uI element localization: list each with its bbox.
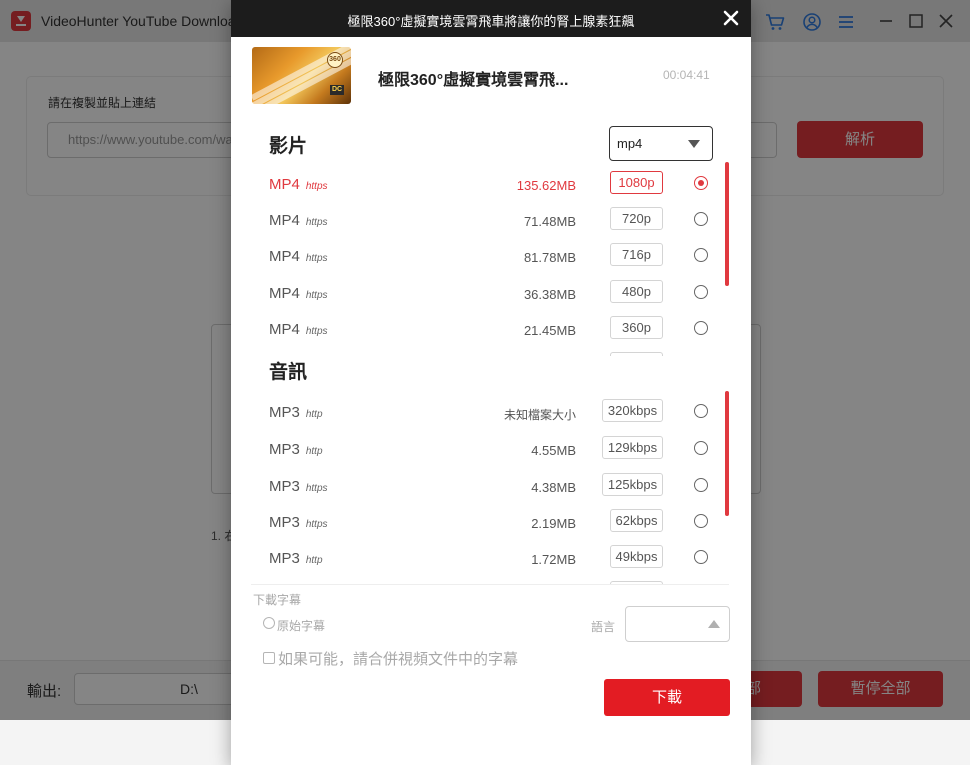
audio-item-protocol: https bbox=[305, 519, 328, 530]
audio-item-radio[interactable] bbox=[694, 550, 708, 564]
audio-item-format: MP3 https bbox=[269, 514, 328, 531]
audio-item-quality: 49kbps bbox=[610, 545, 663, 568]
video-item-row[interactable]: MP4 https 71.48MB 720p bbox=[231, 207, 751, 235]
close-icon[interactable] bbox=[720, 7, 742, 29]
dialog-title: 極限360°虛擬實境雲霄飛車將讓你的腎上腺素狂飆 bbox=[347, 14, 635, 29]
dropdown-caret-up-icon bbox=[708, 620, 720, 628]
divider bbox=[251, 584, 729, 585]
video-item-protocol: https bbox=[305, 217, 328, 228]
audio-list-scrollbar[interactable] bbox=[725, 391, 729, 516]
audio-item-protocol: https bbox=[305, 483, 328, 494]
video-item-size: 36.38MB bbox=[523, 287, 576, 302]
video-item-row[interactable]: MP4 https 81.78MB 716p bbox=[231, 243, 751, 271]
video-duration: 00:04:41 bbox=[663, 68, 710, 82]
audio-item-size: 4.55MB bbox=[531, 443, 576, 458]
download-options-dialog: 極限360°虛擬實境雲霄飛車將讓你的腎上腺素狂飆 360 DC 極限360°虛擬… bbox=[231, 0, 751, 765]
audio-item-size: 4.38MB bbox=[531, 480, 576, 495]
video-item-protocol: https bbox=[305, 326, 328, 337]
video-item-row[interactable]: MP4 https 36.38MB 480p bbox=[231, 280, 751, 308]
video-item-quality: 720p bbox=[610, 207, 663, 230]
audio-item-protocol: http bbox=[305, 409, 323, 420]
video-item-size: 71.48MB bbox=[523, 214, 576, 229]
video-item-protocol: https bbox=[305, 290, 328, 301]
audio-item-radio[interactable] bbox=[694, 514, 708, 528]
audio-section-title: 音訊 bbox=[269, 362, 308, 383]
audio-item-quality: 320kbps bbox=[602, 399, 663, 422]
video-list-overflow-edge bbox=[610, 352, 663, 356]
audio-item-row[interactable]: MP3 http 1.72MB 49kbps bbox=[231, 545, 751, 573]
video-item-protocol: https bbox=[305, 181, 328, 192]
audio-item-size: 2.19MB bbox=[531, 516, 576, 531]
original-subtitle-radio[interactable] bbox=[263, 617, 275, 629]
audio-item-radio[interactable] bbox=[694, 404, 708, 418]
audio-item-quality: 129kbps bbox=[602, 436, 663, 459]
video-item-radio[interactable] bbox=[694, 176, 708, 190]
video-item-radio[interactable] bbox=[694, 212, 708, 226]
video-item-size: 135.62MB bbox=[516, 178, 576, 193]
video-item-format: MP4 https bbox=[269, 212, 328, 229]
merge-subtitle-label: 如果可能，請合併視頻文件中的字幕 bbox=[278, 651, 519, 668]
download-button[interactable]: 下載 bbox=[604, 679, 730, 716]
video-item-row[interactable]: MP4 https 21.45MB 360p bbox=[231, 316, 751, 344]
format-select[interactable]: mp4 bbox=[609, 126, 713, 161]
video-name: 極限360°虛擬實境雲霄飛... bbox=[378, 72, 569, 89]
video-thumbnail: 360 DC bbox=[252, 47, 351, 104]
video-item-format: MP4 https bbox=[269, 321, 328, 338]
audio-item-format: MP3 http bbox=[269, 404, 323, 421]
video-item-format: MP4 https bbox=[269, 176, 328, 193]
thumbnail-tag: DC bbox=[330, 85, 344, 95]
audio-item-quality: 125kbps bbox=[602, 473, 663, 496]
video-item-radio[interactable] bbox=[694, 285, 708, 299]
video-item-radio[interactable] bbox=[694, 248, 708, 262]
dropdown-caret-icon bbox=[688, 140, 700, 148]
audio-item-protocol: http bbox=[305, 555, 323, 566]
video-item-format: MP4 https bbox=[269, 285, 328, 302]
subtitle-heading: 下載字幕 bbox=[253, 593, 302, 607]
audio-item-format: MP3 https bbox=[269, 478, 328, 495]
audio-item-format: MP3 http bbox=[269, 550, 323, 567]
thumbnail-badge: 360 bbox=[327, 52, 343, 68]
audio-item-row[interactable]: MP3 https 4.38MB 125kbps bbox=[231, 473, 751, 501]
video-item-protocol: https bbox=[305, 253, 328, 264]
audio-item-quality: 62kbps bbox=[610, 509, 663, 532]
language-select[interactable] bbox=[625, 606, 730, 642]
video-item-quality: 1080p bbox=[610, 171, 663, 194]
video-item-quality: 360p bbox=[610, 316, 663, 339]
video-item-format: MP4 https bbox=[269, 248, 328, 265]
video-section-title: 影片 bbox=[269, 136, 308, 157]
video-item-row[interactable]: MP4 https 135.62MB 1080p bbox=[231, 171, 751, 199]
merge-subtitle-checkbox[interactable] bbox=[263, 652, 275, 664]
video-item-quality: 716p bbox=[610, 243, 663, 266]
language-label: 語言 bbox=[591, 620, 616, 634]
audio-item-radio[interactable] bbox=[694, 441, 708, 455]
audio-item-row[interactable]: MP3 https 2.19MB 62kbps bbox=[231, 509, 751, 537]
audio-item-size: 未知檔案大小 bbox=[503, 408, 576, 422]
audio-item-format: MP3 http bbox=[269, 441, 323, 458]
video-item-size: 81.78MB bbox=[523, 250, 576, 265]
original-subtitle-label: 原始字幕 bbox=[277, 619, 326, 633]
audio-item-protocol: http bbox=[305, 446, 323, 457]
audio-item-row[interactable]: MP3 http 未知檔案大小 320kbps bbox=[231, 399, 751, 427]
video-list-scrollbar[interactable] bbox=[725, 162, 729, 286]
format-select-value: mp4 bbox=[617, 136, 643, 151]
video-item-size: 21.45MB bbox=[523, 323, 576, 338]
video-item-radio[interactable] bbox=[694, 321, 708, 335]
video-item-quality: 480p bbox=[610, 280, 663, 303]
audio-item-radio[interactable] bbox=[694, 478, 708, 492]
audio-item-size: 1.72MB bbox=[531, 552, 576, 567]
dialog-header: 極限360°虛擬實境雲霄飛車將讓你的腎上腺素狂飆 bbox=[231, 0, 751, 37]
audio-item-row[interactable]: MP3 http 4.55MB 129kbps bbox=[231, 436, 751, 464]
